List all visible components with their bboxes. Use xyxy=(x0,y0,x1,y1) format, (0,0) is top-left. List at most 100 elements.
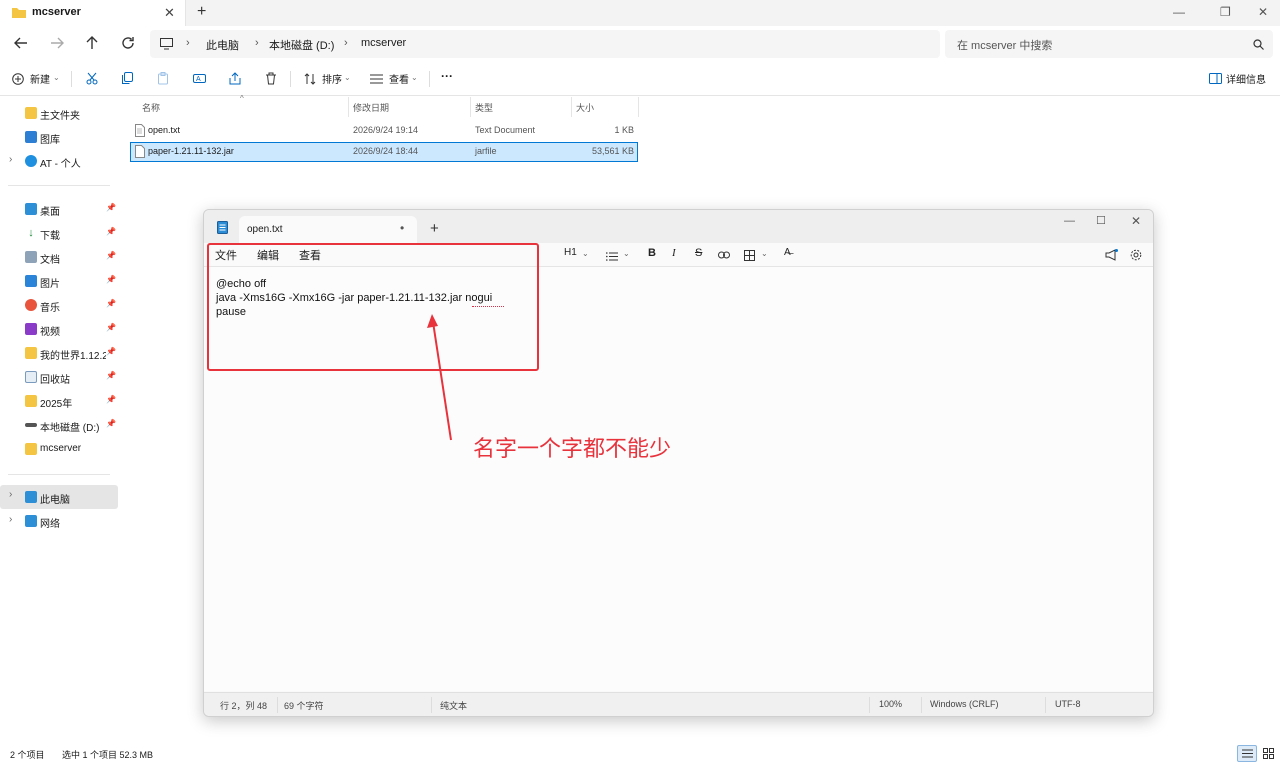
chevron-down-icon: ⌄ xyxy=(53,73,60,82)
sidebar-item-home[interactable]: 主文件夹 xyxy=(0,102,118,124)
sidebar-item-this-pc[interactable]: › 此电脑 xyxy=(0,485,118,509)
breadcrumb-this-pc[interactable]: 此电脑 xyxy=(206,37,239,53)
minimize-button[interactable]: — xyxy=(1173,5,1185,19)
breadcrumb[interactable]: › 此电脑 › 本地磁盘 (D:) › mcserver xyxy=(150,30,940,58)
sidebar-item-onedrive[interactable]: › AT - 个人 xyxy=(0,150,118,172)
search-icon xyxy=(1253,39,1264,50)
file-row[interactable]: open.txt 2026/9/24 19:14 Text Document 1… xyxy=(130,121,638,141)
sidebar-item-downloads[interactable]: ↓ 下载 📌 xyxy=(0,222,118,244)
new-tab-button[interactable]: + xyxy=(197,3,206,21)
breadcrumb-drive-d[interactable]: 本地磁盘 (D:) xyxy=(269,37,334,53)
file-size: 1 KB xyxy=(614,125,634,135)
link-icon[interactable] xyxy=(718,251,730,259)
notepad-status-bar: 行 2，列 48 69 个字符 纯文本 100% Windows (CRLF) … xyxy=(204,692,1153,716)
recycle-bin-icon xyxy=(25,371,37,383)
zoom-level[interactable]: 100% xyxy=(879,699,902,709)
pin-icon: 📌 xyxy=(106,419,116,428)
text-format[interactable]: 纯文本 xyxy=(440,699,467,712)
chevron-right-icon[interactable]: › xyxy=(9,514,12,525)
file-type: jarfile xyxy=(475,146,497,156)
list-icon[interactable] xyxy=(606,252,618,261)
close-window-button[interactable]: ✕ xyxy=(1131,214,1141,228)
details-button-label: 详细信息 xyxy=(1226,75,1266,86)
refresh-icon[interactable] xyxy=(121,36,135,50)
tiles-view-icon[interactable] xyxy=(1263,748,1274,759)
close-window-button[interactable]: ✕ xyxy=(1258,5,1268,19)
share-icon[interactable] xyxy=(229,72,242,85)
sidebar-item-mcserver[interactable]: mcserver xyxy=(0,438,118,460)
table-icon[interactable] xyxy=(744,250,755,261)
restore-button[interactable]: ❐ xyxy=(1220,5,1231,19)
column-type[interactable]: 类型 xyxy=(475,101,493,114)
column-name[interactable]: 名称 xyxy=(142,101,160,114)
search-input[interactable]: 在 mcserver 中搜索 xyxy=(945,30,1273,58)
sidebar-item-documents[interactable]: 文档 📌 xyxy=(0,246,118,268)
new-tab-button[interactable]: + xyxy=(430,220,439,237)
settings-gear-icon[interactable] xyxy=(1130,249,1142,261)
sidebar-item-label: 桌面 xyxy=(40,207,60,218)
details-view-button[interactable] xyxy=(1237,745,1257,762)
sidebar-item-minecraft-folder[interactable]: 我的世界1.12.2f 📌 xyxy=(0,342,118,364)
megaphone-icon[interactable] xyxy=(1105,249,1118,261)
explorer-tab[interactable]: mcserver ✕ xyxy=(0,0,186,26)
sidebar-item-music[interactable]: 音乐 📌 xyxy=(0,294,118,316)
monitor-icon xyxy=(160,38,173,50)
sidebar-item-drive-d[interactable]: 本地磁盘 (D:) 📌 xyxy=(0,414,118,436)
encoding[interactable]: UTF-8 xyxy=(1055,699,1081,709)
annotation-arrow xyxy=(427,314,452,441)
delete-icon[interactable] xyxy=(265,72,277,85)
sidebar-item-label: 回收站 xyxy=(40,375,70,386)
sidebar-item-recycle-bin[interactable]: 回收站 📌 xyxy=(0,366,118,388)
plus-circle-icon xyxy=(12,73,24,85)
char-count: 69 个字符 xyxy=(284,701,324,711)
sidebar-item-network[interactable]: › 网络 xyxy=(0,510,118,532)
copy-icon[interactable] xyxy=(121,72,133,85)
italic-icon[interactable]: I xyxy=(672,247,676,259)
view-list-icon xyxy=(370,74,383,84)
file-list-header: ^ 名称 修改日期 类型 大小 xyxy=(130,94,640,117)
minimize-button[interactable]: — xyxy=(1064,215,1075,227)
sidebar-item-label: 我的世界1.12.2f xyxy=(40,351,106,362)
bold-icon[interactable]: B xyxy=(648,247,656,259)
annotation-text: 名字一个字都不能少 xyxy=(473,436,672,461)
sidebar-item-gallery[interactable]: 图库 xyxy=(0,126,118,148)
file-row-selected[interactable]: paper-1.21.11-132.jar 2026/9/24 18:44 ja… xyxy=(130,142,638,162)
unsaved-dot-icon[interactable]: • xyxy=(400,221,404,235)
line-ending[interactable]: Windows (CRLF) xyxy=(930,699,999,709)
explorer-status-bar: 2 个项目 选中 1 个项目 52.3 MB xyxy=(0,742,1280,764)
back-arrow-icon[interactable] xyxy=(14,36,28,50)
sidebar-item-desktop[interactable]: 桌面 📌 xyxy=(0,198,118,220)
notepad-tab[interactable]: open.txt • xyxy=(239,216,417,243)
pin-icon: 📌 xyxy=(106,395,116,404)
up-arrow-icon[interactable] xyxy=(85,36,99,50)
folder-icon xyxy=(25,395,37,407)
rename-icon[interactable]: A xyxy=(193,72,206,85)
chevron-right-icon[interactable]: › xyxy=(9,154,12,165)
close-tab-icon[interactable]: ✕ xyxy=(164,5,175,21)
sidebar-item-label: 音乐 xyxy=(40,303,60,314)
chevron-right-icon[interactable]: › xyxy=(9,489,12,500)
annotation-highlight-box xyxy=(207,243,539,371)
column-date[interactable]: 修改日期 xyxy=(353,101,389,114)
sidebar-item-2025-folder[interactable]: 2025年 📌 xyxy=(0,390,118,412)
spellcheck-icon[interactable]: A̶ xyxy=(784,247,791,258)
heading-button[interactable]: H1 xyxy=(564,247,577,258)
cut-icon[interactable] xyxy=(86,72,98,85)
breadcrumb-mcserver[interactable]: mcserver xyxy=(361,37,406,49)
folder-icon xyxy=(25,347,37,359)
sidebar-item-label: 此电脑 xyxy=(40,495,70,506)
strikethrough-icon[interactable]: S xyxy=(695,247,702,259)
forward-arrow-icon[interactable] xyxy=(50,36,64,50)
more-options-button[interactable]: ··· xyxy=(441,69,453,83)
sidebar-item-videos[interactable]: 视频 📌 xyxy=(0,318,118,340)
notepad-tab-title: open.txt xyxy=(247,224,283,235)
maximize-button[interactable]: ☐ xyxy=(1096,214,1106,227)
text-file-icon xyxy=(135,124,145,137)
column-size[interactable]: 大小 xyxy=(576,101,594,114)
cursor-position: 行 2，列 48 xyxy=(220,701,268,711)
paste-icon[interactable] xyxy=(157,72,169,85)
sidebar-item-pictures[interactable]: 图片 📌 xyxy=(0,270,118,292)
pin-icon: 📌 xyxy=(106,299,116,308)
sidebar-item-label: 视频 xyxy=(40,327,60,338)
cloud-icon xyxy=(25,155,37,167)
